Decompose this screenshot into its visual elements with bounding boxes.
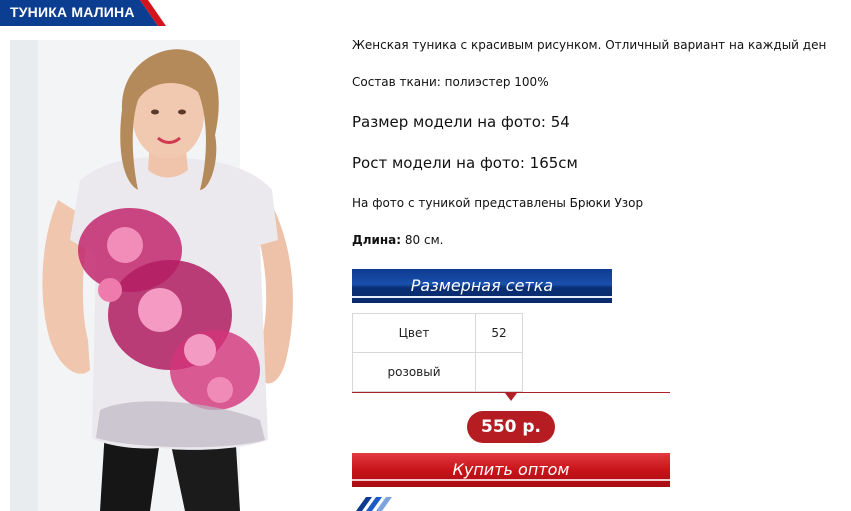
buy-wholesale-button[interactable]: Купить оптом	[352, 453, 670, 487]
product-title: ТУНИКА МАЛИНА	[10, 4, 135, 20]
product-photo	[10, 40, 333, 511]
product-description: Женская туника с красивым рисунком. Отли…	[352, 38, 827, 52]
length-label: Длина:	[352, 233, 402, 247]
length-value: 80 см.	[404, 233, 444, 247]
size-color-table: Цвет 52 розовый	[352, 313, 523, 392]
product-title-tab: ТУНИКА МАЛИНА	[0, 0, 168, 26]
table-row: розовый	[352, 352, 523, 392]
divider-arrow-icon	[505, 393, 517, 401]
price-badge: 550 р.	[467, 411, 555, 443]
table-row: Цвет 52	[352, 313, 523, 353]
model-size: Размер модели на фото: 54	[352, 113, 570, 131]
table-header-size: 52	[475, 313, 523, 353]
size-chart-button[interactable]: Размерная сетка	[352, 269, 612, 303]
brand-stripes-logo-icon	[356, 497, 392, 511]
table-cell-color: розовый	[352, 352, 476, 392]
model-height: Рост модели на фото: 165см	[352, 154, 578, 172]
quantity-input-cell[interactable]	[475, 352, 523, 392]
styled-with-note: На фото с туникой представлены Брюки Узо…	[352, 196, 644, 210]
table-header-color: Цвет	[352, 313, 476, 353]
length-info: Длина: 80 см.	[352, 233, 443, 247]
fabric-composition: Состав ткани: полиэстер 100%	[352, 75, 549, 89]
